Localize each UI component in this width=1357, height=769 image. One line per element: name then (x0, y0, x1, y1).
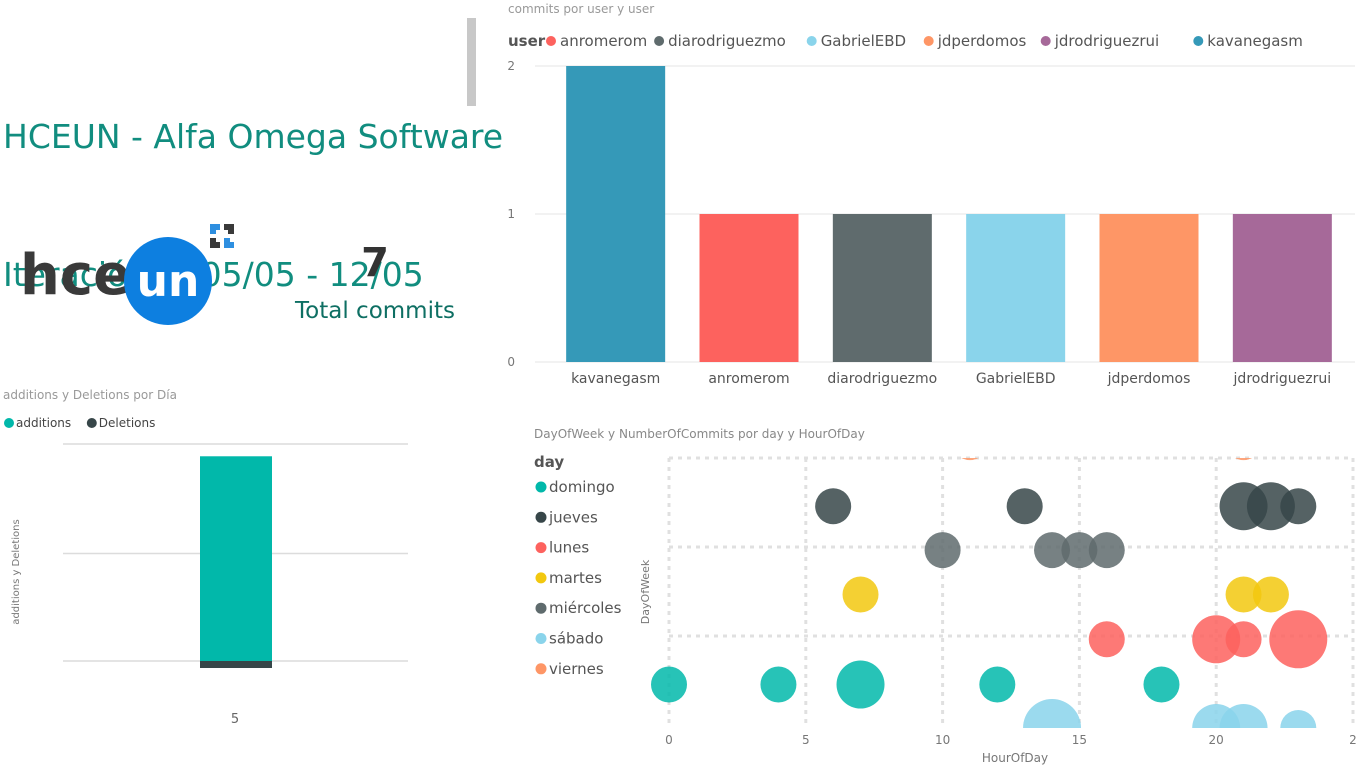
y-tick-label: 1 (507, 207, 515, 221)
commits-by-user-chart[interactable]: commits por user y user user anromerom diar… (490, 0, 1357, 400)
x-tick-label: anromerom (708, 371, 789, 387)
scatter-point[interactable] (1280, 710, 1317, 746)
chart-title: additions y Deletions por Día (3, 388, 177, 402)
y-axis-label: additions y Deletions (11, 519, 22, 624)
scatter-point[interactable] (1225, 621, 1262, 658)
x-axis-label: HourOfDay (982, 751, 1048, 765)
bar[interactable] (1099, 214, 1199, 362)
scatter-point[interactable] (924, 532, 961, 569)
legend-marker (4, 418, 14, 428)
legend-label[interactable]: sábado (549, 630, 603, 648)
bar-additions[interactable] (200, 456, 272, 661)
logo-text-un: un (137, 256, 200, 307)
legend-title: day (534, 453, 564, 471)
x-tick-label: kavanegasm (571, 371, 660, 387)
legend-marker (1040, 36, 1051, 46)
legend-label[interactable]: Deletions (99, 416, 156, 430)
bar[interactable] (1232, 214, 1332, 362)
scatter-point[interactable] (1023, 699, 1082, 757)
dayofweek-scatter-chart[interactable]: DayOfWeek y NumberOfCommits por day y Ho… (520, 420, 1357, 769)
y-tick-label: 2 (507, 59, 515, 73)
legend-marker (1193, 36, 1204, 46)
scatter-point[interactable] (1088, 621, 1125, 658)
report-title-line-1: HCEUN - Alfa Omega Software (3, 117, 504, 156)
bar[interactable] (566, 66, 666, 362)
scatter-point[interactable] (1219, 704, 1268, 752)
legend-marker (923, 36, 934, 46)
legend-marker (535, 663, 547, 675)
legend-label[interactable]: jdperdomos (937, 32, 1027, 50)
scatter-points (651, 424, 1328, 757)
x-tick-label: 15 (1072, 733, 1087, 747)
logo-arrows-icon (210, 224, 234, 248)
legend-label[interactable]: martes (549, 569, 602, 587)
legend-label[interactable]: diarodriguezmo (668, 32, 786, 50)
x-tick-label: 2 (1349, 733, 1357, 747)
scatter-point[interactable] (1280, 488, 1317, 525)
legend-label[interactable]: miércoles (549, 599, 622, 617)
additions-deletions-chart[interactable]: additions y Deletions por Día additions De… (0, 382, 470, 769)
chart-title: DayOfWeek y NumberOfCommits por day y Ho… (534, 427, 865, 441)
x-tick-label: 5 (231, 712, 239, 727)
legend-label[interactable]: GabrielEBD (821, 32, 906, 50)
legend-label[interactable]: domingo (549, 478, 615, 496)
total-commits-label: Total commits (295, 298, 455, 324)
x-tick-label: 20 (1209, 733, 1224, 747)
legend-marker (654, 36, 665, 46)
legend-marker (535, 572, 547, 584)
scatter-point[interactable] (1006, 488, 1043, 525)
scatter-point[interactable] (760, 666, 797, 703)
scatter-point[interactable] (979, 666, 1016, 703)
chart-title: commits por user y user (508, 2, 654, 16)
legend-label[interactable]: kavanegasm (1207, 32, 1303, 50)
legend-marker (535, 542, 547, 554)
legend-marker (535, 602, 547, 614)
scatter-point[interactable] (952, 424, 988, 461)
x-tick-label: 0 (665, 733, 673, 747)
legend-marker (546, 36, 556, 46)
scatter-point[interactable] (1143, 666, 1180, 703)
bar[interactable] (832, 214, 932, 362)
legend-label[interactable]: additions (16, 416, 71, 430)
x-tick-label: 10 (935, 733, 950, 747)
x-tick-label: GabrielEBD (976, 371, 1056, 387)
x-tick-label: diarodriguezmo (827, 371, 937, 387)
legend-marker (535, 511, 547, 523)
y-tick-label: 0 (507, 355, 515, 369)
x-tick-label: 5 (802, 733, 810, 747)
scatter-point[interactable] (815, 488, 852, 525)
x-tick-label: jdrodriguezrui (1233, 371, 1332, 387)
scatter-point[interactable] (1088, 532, 1125, 569)
bar[interactable] (966, 214, 1066, 362)
scatter-point[interactable] (836, 660, 885, 709)
scatter-point[interactable] (651, 666, 687, 703)
legend-marker (86, 418, 97, 428)
legend-title: user (508, 32, 546, 50)
scatter-point[interactable] (842, 576, 879, 613)
bar-deletions[interactable] (200, 661, 272, 668)
legend-label[interactable]: jdrodriguezrui (1054, 32, 1160, 50)
hceun-logo: hce un (20, 224, 234, 325)
title-divider (467, 18, 476, 106)
legend-label[interactable]: jueves (548, 508, 598, 526)
y-axis-label: DayOfWeek (639, 559, 652, 624)
legend-marker (806, 36, 817, 46)
scatter-point[interactable] (1252, 576, 1289, 613)
bar[interactable] (699, 214, 799, 362)
legend-label[interactable]: anromerom (560, 32, 647, 50)
logo-text-hce: hce (20, 243, 131, 308)
total-commits-value: 7 (361, 240, 389, 286)
legend-marker (535, 481, 547, 493)
scatter-point[interactable] (1269, 610, 1328, 669)
legend-marker (535, 633, 547, 644)
x-tick-label: jdperdomos (1107, 371, 1191, 387)
legend-label[interactable]: lunes (549, 539, 589, 557)
legend-label[interactable]: viernes (549, 660, 604, 678)
scatter-point[interactable] (1226, 424, 1262, 461)
